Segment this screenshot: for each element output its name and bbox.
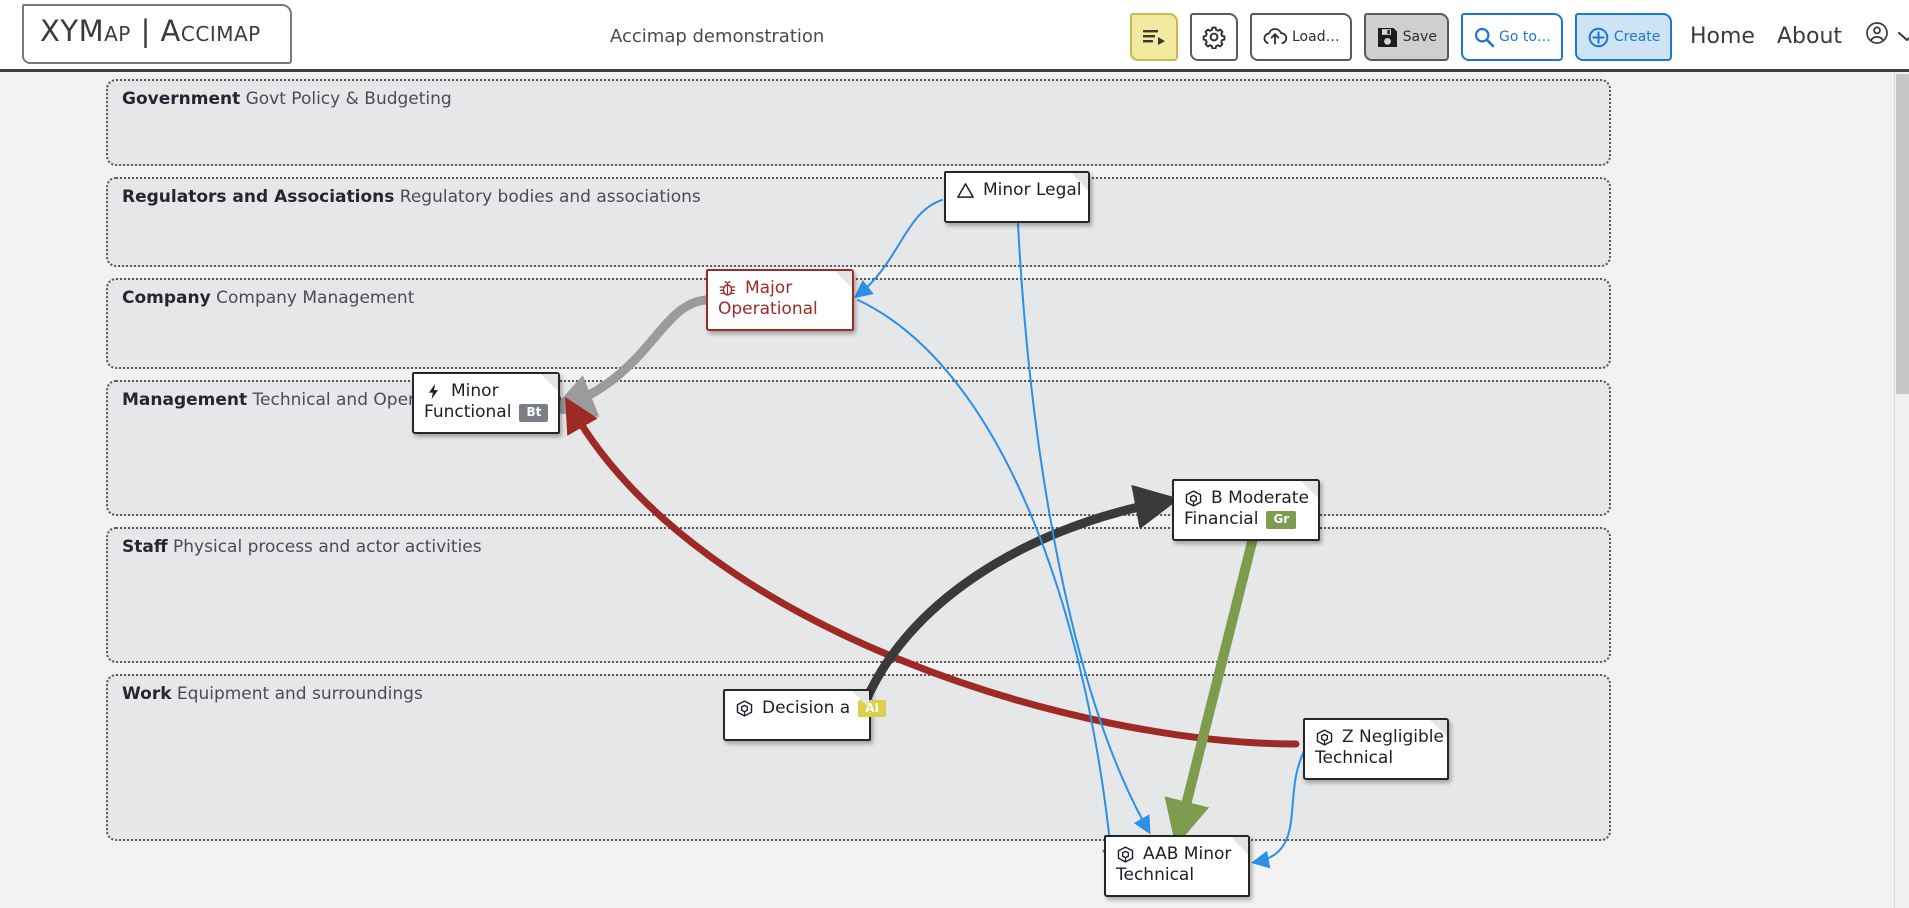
node-row-primary: Minor bbox=[424, 381, 548, 402]
node-row-secondary: Technical bbox=[1116, 865, 1238, 886]
node-subtitle: Technical bbox=[1116, 865, 1195, 886]
node-badge: Bt bbox=[519, 404, 549, 422]
cloud-upload-icon bbox=[1262, 26, 1288, 48]
node-aab-minor-technical[interactable]: AAB Minor Technical bbox=[1104, 835, 1250, 897]
node-fold-corner bbox=[835, 271, 852, 288]
node-row-secondary: Functional Bt bbox=[424, 402, 549, 423]
primary-nav: Home About bbox=[1690, 20, 1909, 52]
node-title: Z Negligible bbox=[1342, 727, 1444, 747]
save-button[interactable]: Save bbox=[1363, 13, 1449, 61]
band-title-name: Management bbox=[122, 390, 248, 410]
node-row-primary: Minor Legal bbox=[956, 180, 1082, 201]
create-button-label: Create bbox=[1613, 29, 1661, 45]
node-row-secondary: Operational bbox=[718, 299, 842, 320]
band-title: Regulators and Associations Regulatory b… bbox=[122, 187, 701, 207]
band-title: Government Govt Policy & Budgeting bbox=[122, 89, 452, 109]
plus-circle-icon bbox=[1587, 26, 1610, 49]
node-major-operational[interactable]: Major Operational bbox=[706, 269, 854, 331]
cube-icon bbox=[1116, 845, 1135, 864]
vertical-scrollbar-thumb[interactable] bbox=[1896, 74, 1909, 394]
node-subtitle: Functional bbox=[424, 402, 512, 423]
settings-button[interactable] bbox=[1190, 13, 1238, 61]
node-row-secondary: Technical bbox=[1315, 748, 1437, 769]
band-title-name: Company bbox=[122, 288, 211, 308]
band-title: Company Company Management bbox=[122, 288, 414, 308]
warning-triangle-icon bbox=[956, 181, 975, 200]
cube-icon bbox=[1184, 489, 1203, 508]
band-staff[interactable]: Staff Physical process and actor activit… bbox=[106, 527, 1611, 663]
gear-icon bbox=[1202, 25, 1226, 49]
node-fold-corner bbox=[1071, 173, 1088, 190]
node-row-primary: Decision a AI bbox=[735, 698, 886, 719]
band-title-subtitle: Physical process and actor activities bbox=[167, 537, 482, 557]
nav-home[interactable]: Home bbox=[1690, 24, 1755, 49]
load-button-label: Load… bbox=[1292, 29, 1340, 45]
node-title: Minor bbox=[451, 381, 499, 401]
vertical-scrollbar[interactable] bbox=[1894, 72, 1909, 908]
node-fold-corner bbox=[1430, 720, 1447, 737]
goto-button-label: Go to… bbox=[1498, 29, 1551, 45]
node-row-primary: B Moderate bbox=[1184, 488, 1309, 509]
node-row-primary: Major bbox=[718, 278, 842, 299]
app-header: XYMap | Accimap Accimap demonstration Lo… bbox=[0, 0, 1909, 72]
toolbar: Load… Save Go to… Create bbox=[1130, 8, 1673, 66]
node-title: Decision a bbox=[762, 698, 851, 718]
node-title: AAB Minor bbox=[1143, 844, 1232, 864]
node-minor-legal[interactable]: Minor Legal bbox=[944, 171, 1090, 223]
node-subtitle: Operational bbox=[718, 299, 818, 320]
list-play-icon bbox=[1142, 27, 1166, 47]
bolt-icon bbox=[424, 382, 443, 401]
band-title-subtitle: Regulatory bodies and associations bbox=[394, 187, 701, 207]
floppy-disk-icon bbox=[1376, 26, 1399, 49]
create-button[interactable]: Create bbox=[1574, 13, 1673, 61]
band-government[interactable]: Government Govt Policy & Budgeting bbox=[106, 79, 1611, 166]
document-title: Accimap demonstration bbox=[610, 26, 825, 47]
band-management[interactable]: Management Technical and Operational Man… bbox=[106, 380, 1611, 516]
band-company[interactable]: Company Company Management bbox=[106, 278, 1611, 369]
node-fold-corner bbox=[852, 691, 869, 708]
node-row-secondary: Financial Gr bbox=[1184, 509, 1308, 530]
band-title-subtitle: Company Management bbox=[210, 288, 415, 308]
band-title-name: Staff bbox=[122, 537, 168, 557]
node-fold-corner bbox=[541, 374, 558, 391]
band-regulators-and-associations[interactable]: Regulators and Associations Regulatory b… bbox=[106, 177, 1611, 267]
run-list-button[interactable] bbox=[1130, 13, 1178, 61]
node-fold-corner bbox=[1301, 481, 1318, 498]
node-row-primary: Z Negligible bbox=[1315, 727, 1444, 748]
app-logo[interactable]: XYMap | Accimap bbox=[40, 14, 261, 48]
bug-icon bbox=[718, 279, 737, 298]
user-circle-icon bbox=[1864, 20, 1890, 52]
node-subtitle: Financial bbox=[1184, 509, 1259, 530]
node-z-negligible-technical[interactable]: Z Negligible Technical bbox=[1303, 718, 1449, 780]
node-row-primary: AAB Minor bbox=[1116, 844, 1238, 865]
node-fold-corner bbox=[1231, 837, 1248, 854]
cube-icon bbox=[735, 699, 754, 718]
band-title-subtitle: Govt Policy & Budgeting bbox=[240, 89, 452, 109]
account-menu[interactable] bbox=[1864, 20, 1909, 52]
accimap-canvas[interactable]: Government Govt Policy & Budgeting Regula… bbox=[0, 72, 1894, 908]
band-title: Staff Physical process and actor activit… bbox=[122, 537, 482, 557]
chevron-down-icon bbox=[1896, 24, 1909, 49]
node-title: Major bbox=[745, 278, 793, 298]
band-title-name: Regulators and Associations bbox=[122, 187, 395, 207]
load-button[interactable]: Load… bbox=[1250, 13, 1352, 61]
node-decision-a[interactable]: Decision a AI bbox=[723, 689, 886, 741]
node-b-moderate-financial[interactable]: B Moderate Financial Gr bbox=[1172, 479, 1320, 541]
band-title-name: Government bbox=[122, 89, 241, 109]
nav-about[interactable]: About bbox=[1777, 24, 1842, 49]
search-icon bbox=[1473, 26, 1495, 48]
node-badge: Gr bbox=[1266, 511, 1297, 529]
node-minor-functional[interactable]: Minor Functional Bt bbox=[412, 372, 560, 434]
goto-button[interactable]: Go to… bbox=[1460, 13, 1563, 61]
node-title: Minor Legal bbox=[983, 180, 1082, 200]
node-title: B Moderate bbox=[1211, 488, 1309, 508]
node-subtitle: Technical bbox=[1315, 748, 1394, 769]
band-title-name: Work bbox=[122, 684, 172, 704]
band-title-subtitle: Equipment and surroundings bbox=[171, 684, 423, 704]
accimap-application: XYMap | Accimap Accimap demonstration Lo… bbox=[0, 0, 1909, 908]
save-button-label: Save bbox=[1402, 29, 1437, 45]
band-title: Work Equipment and surroundings bbox=[122, 684, 423, 704]
cube-icon bbox=[1315, 728, 1334, 747]
